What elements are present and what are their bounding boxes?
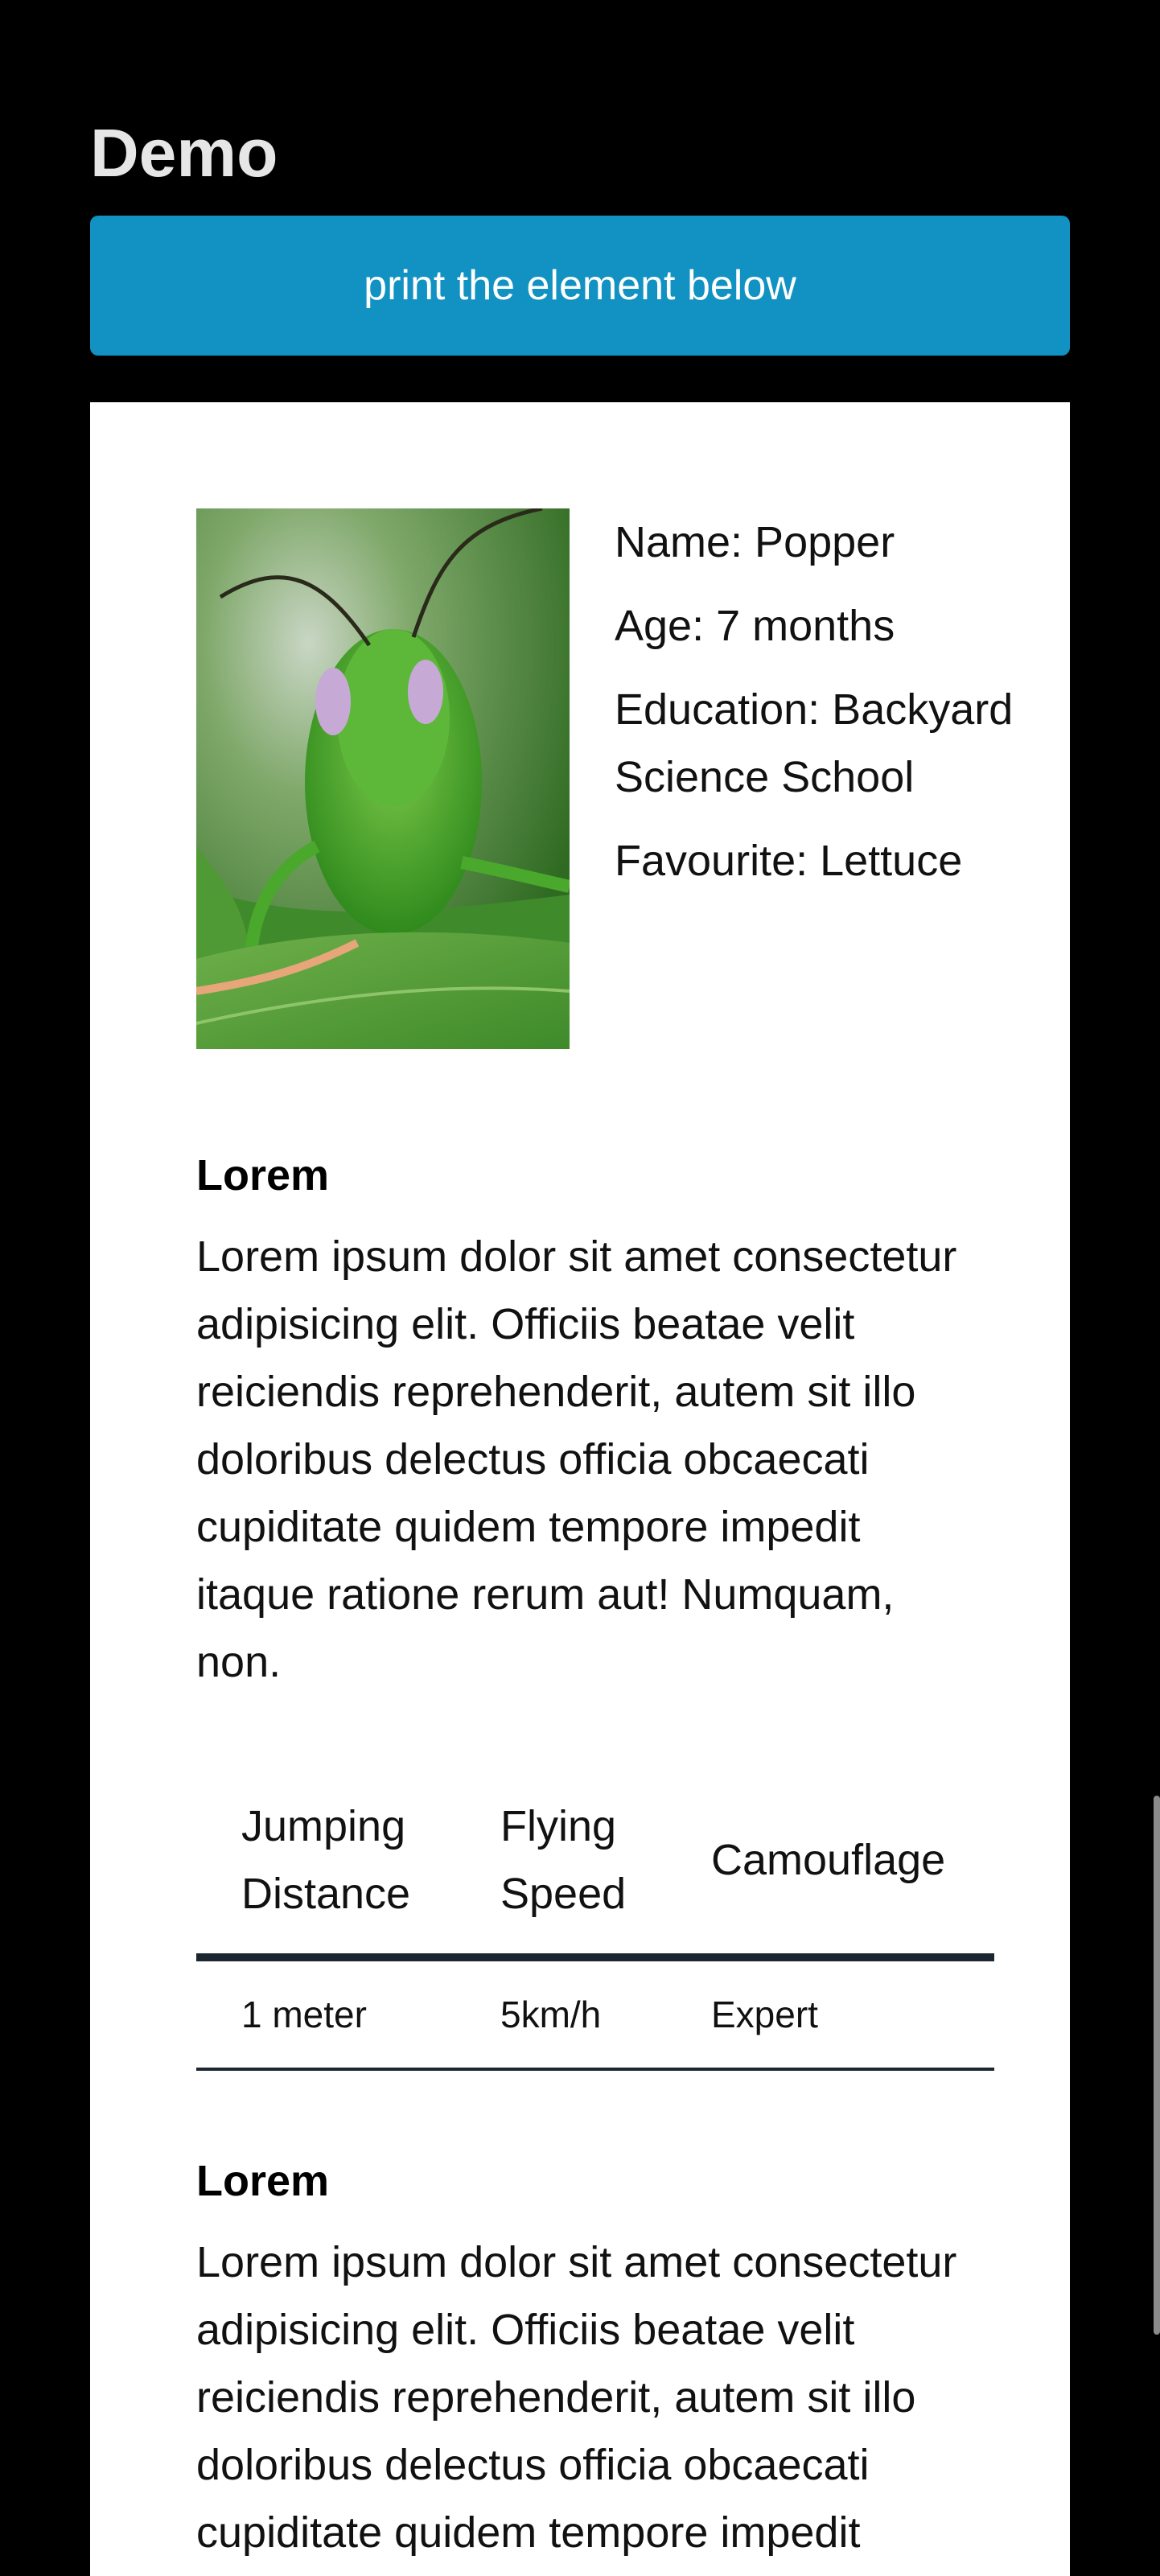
profile-name: Name: Popper: [615, 518, 895, 566]
profile-education: Education: Backyard Science School: [615, 685, 1014, 801]
table-cell: Expert: [666, 1957, 994, 2071]
profile-age: Age: 7 months: [615, 602, 895, 650]
section-heading-2: Lorem: [196, 2157, 330, 2205]
stats-table: Jumping Distance Flying Speed Camouflage…: [196, 1792, 994, 2071]
profile-info: Name: Popper Age: 7 months Education: Ba…: [615, 508, 1033, 911]
section-text-2: Lorem ipsum dolor sit amet consectetur a…: [196, 2238, 957, 2557]
grasshopper-photo: [196, 508, 570, 1049]
table-row: 1 meter 5km/h Expert: [196, 1957, 994, 2071]
page-title: Demo: [90, 115, 278, 191]
section-text-1: Lorem ipsum dolor sit amet consectetur a…: [196, 1232, 957, 1686]
print-button[interactable]: print the element below: [90, 216, 1070, 356]
page: Demo print the element below Name: Poppe…: [0, 0, 1160, 2576]
profile-favourite: Favourite: Lettuce: [615, 837, 963, 885]
table-cell: 1 meter: [196, 1957, 455, 2071]
table-header-flying-speed: Flying Speed: [455, 1792, 666, 1961]
table-header-row: Jumping Distance Flying Speed Camouflage: [196, 1792, 994, 1961]
scrollbar[interactable]: [1154, 1796, 1160, 2335]
printable-card: Name: Popper Age: 7 months Education: Ba…: [90, 402, 1070, 2576]
table-cell: 5km/h: [455, 1957, 666, 2071]
section-heading-1: Lorem: [196, 1151, 330, 1200]
table-header-camouflage: Camouflage: [666, 1792, 994, 1961]
table-header-jumping-distance: Jumping Distance: [196, 1792, 455, 1961]
